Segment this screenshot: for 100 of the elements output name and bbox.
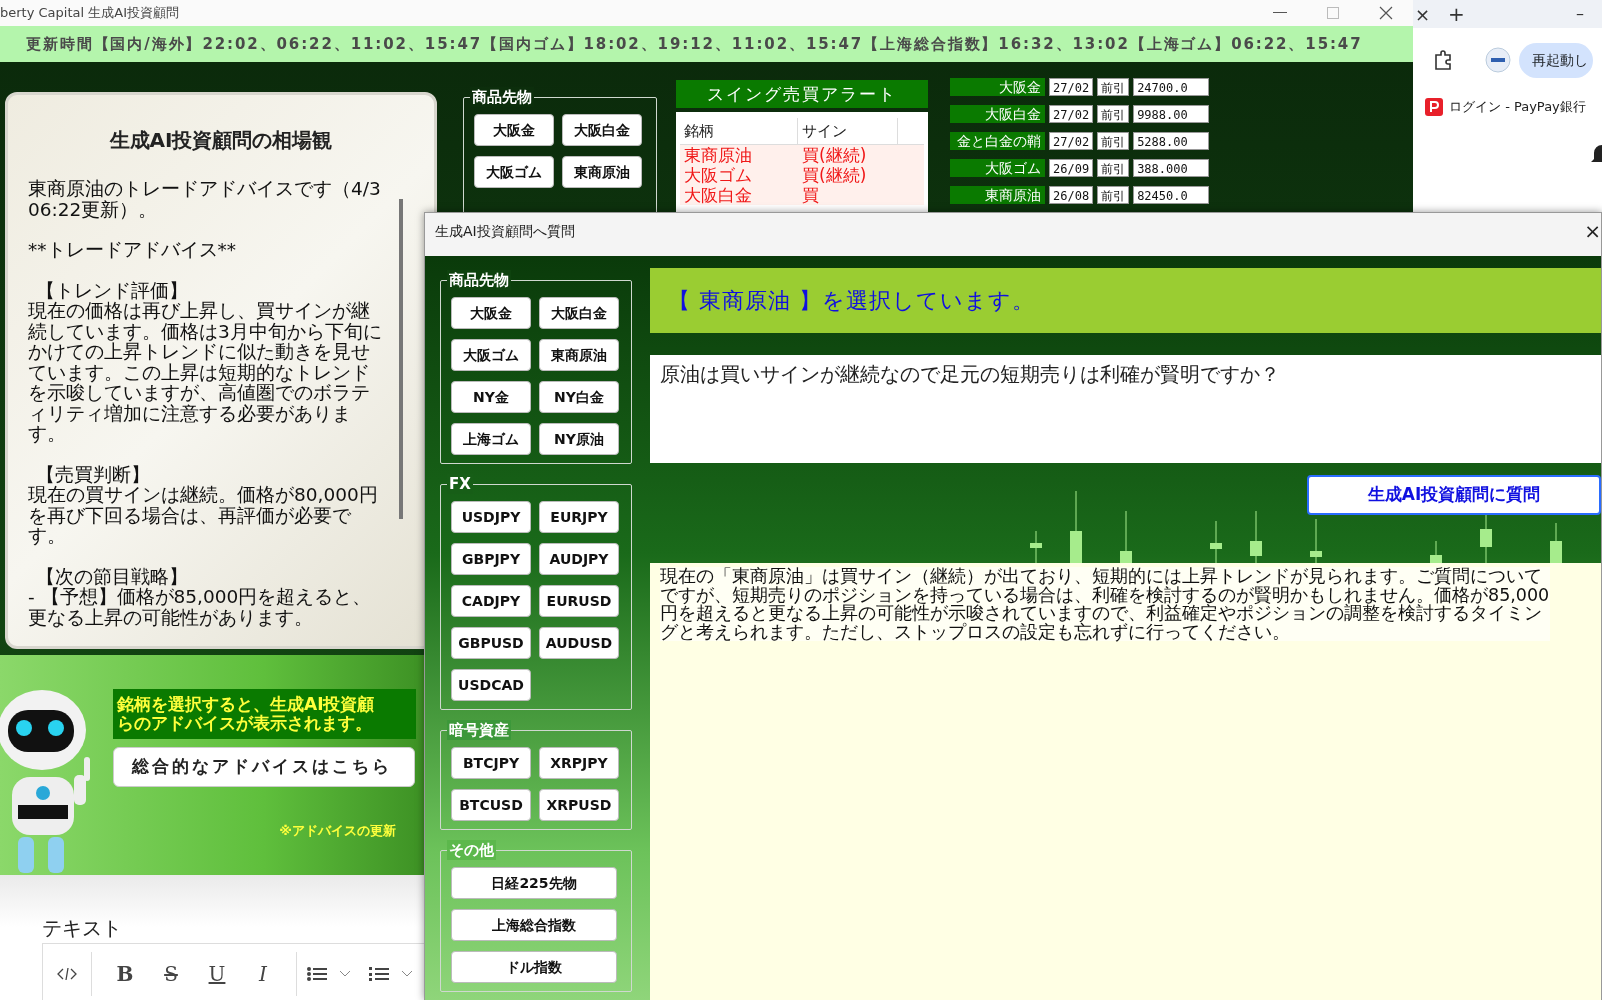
advice-paragraph: 現在の買サインは継続。価格が80,000円を再び下回る場合は、再評価が必要です。	[28, 485, 379, 547]
table-cell-text: 買	[801, 185, 820, 205]
symbol-button[interactable]: XRPJPY	[539, 747, 619, 779]
section-heading: 【次の節目戦略】	[35, 566, 189, 587]
advice-paragraph: 現在の価格は再び上昇し、買サインが継続しています。価格は3月中旬から下旬にかけての上昇トレンドに似た動きを見せています。この上昇は短期的なトレンドを示唆していますが、高値圏でのボラティリティ増加に注意する必要があります。	[28, 301, 383, 445]
symbol-button[interactable]: NY原油	[539, 423, 619, 455]
advice-paragraph: **トレードアドバイス**	[28, 240, 237, 261]
index-button[interactable]: ドル指数	[451, 951, 617, 983]
column-header: サイン	[798, 118, 898, 144]
price-value: 388.000	[1133, 159, 1210, 177]
symbol-button[interactable]: CADJPY	[451, 585, 531, 617]
price-label: 大阪金	[950, 78, 1045, 96]
caret-icon[interactable]	[339, 969, 351, 978]
symbol-button[interactable]: EURJPY	[539, 501, 619, 533]
price-value: 24700.0	[1133, 78, 1210, 96]
instruction-text: らのアドバイスが表示されます。	[117, 714, 373, 733]
symbol-button[interactable]: XRPUSD	[539, 789, 619, 821]
symbol-button[interactable]: BTCUSD	[451, 789, 531, 821]
symbol-button[interactable]: 大阪金	[451, 297, 531, 329]
symbol-button[interactable]: NY金	[451, 381, 531, 413]
session-cell: 前引	[1097, 132, 1130, 150]
symbol-button[interactable]: 上海ゴム	[451, 423, 531, 455]
close-icon[interactable]	[1379, 6, 1393, 20]
ask-button[interactable]: 生成AI投資顧問に質問	[1307, 475, 1601, 515]
restart-button[interactable]: 再起動し	[1519, 42, 1593, 78]
group-label: 暗号資産	[447, 720, 511, 740]
candlestick	[1430, 540, 1442, 563]
swing-alert-title: スイング売買アラート	[676, 80, 928, 108]
bookmark-icon	[1425, 98, 1443, 116]
group-label: 商品先物	[447, 270, 511, 290]
date-cell: 26/08	[1049, 186, 1094, 204]
italic-format-button[interactable]: I	[240, 957, 286, 990]
close-button[interactable]: ×	[1584, 213, 1601, 256]
symbol-button[interactable]: GBPUSD	[451, 627, 531, 659]
group-label: 商品先物	[470, 87, 534, 107]
symbol-button[interactable]: USDJPY	[451, 501, 531, 533]
column-header: 銘柄	[680, 118, 798, 144]
bold-format-button[interactable]: B	[102, 957, 148, 990]
numbered-list-icon[interactable]	[369, 965, 389, 982]
bookmark-link[interactable]: ログイン - PayPay銀行	[1449, 97, 1586, 117]
symbol-button[interactable]: BTCJPY	[451, 747, 531, 779]
date-cell: 27/02	[1049, 132, 1094, 150]
table-cell-text: 東商原油	[683, 145, 753, 165]
puzzle-icon[interactable]	[1433, 50, 1453, 70]
table-cell-text: 大阪白金	[683, 185, 753, 205]
symbol-button[interactable]: 大阪ゴム	[451, 339, 531, 371]
candlestick	[1120, 510, 1132, 563]
symbol-button[interactable]: USDCAD	[451, 669, 531, 701]
index-button[interactable]: 日経225先物	[451, 867, 617, 899]
group-label: その他	[447, 840, 496, 860]
minimize-button[interactable]: –	[1576, 2, 1584, 26]
candlestick	[1030, 530, 1042, 563]
update-times-bar: 更新時間【国内/海外】22:02、06:22、11:02、15:47【国内ゴム】18:02、19:12、11:02、15:47【上海総合指数】16:32、13:02【上海ゴム】06:22、15:47	[0, 26, 1413, 62]
commodity-button[interactable]: 大阪金	[474, 114, 554, 146]
symbol-button[interactable]: AUDUSD	[539, 627, 619, 659]
candlestick	[1550, 522, 1562, 563]
table-cell-text: 買(継続)	[801, 165, 868, 185]
candlestick	[1310, 518, 1322, 563]
symbol-button[interactable]: GBPJPY	[451, 543, 531, 575]
minimize-icon[interactable]	[1273, 12, 1287, 14]
price-label: 東商原油	[950, 186, 1045, 204]
price-label: 金と白金の鞘	[950, 132, 1045, 150]
code-view-icon[interactable]	[57, 966, 77, 981]
price-label: 大阪ゴム	[950, 159, 1045, 177]
commodity-button[interactable]: 東商原油	[562, 156, 642, 188]
price-value: 9988.00	[1133, 105, 1210, 123]
update-note: ※アドバイスの更新	[279, 821, 396, 840]
session-cell: 前引	[1097, 78, 1130, 96]
scrollbar[interactable]	[399, 199, 403, 519]
index-button[interactable]: 上海総合指数	[451, 909, 617, 941]
dialog-title: 生成AI投資顧問へ質問	[435, 222, 575, 241]
commodity-button[interactable]: 大阪白金	[562, 114, 642, 146]
symbol-button[interactable]: AUDJPY	[539, 543, 619, 575]
price-value: 82450.0	[1133, 186, 1210, 204]
price-label: 大阪白金	[950, 105, 1045, 123]
text-label: テキスト	[42, 915, 123, 942]
symbol-button[interactable]: 東商原油	[539, 339, 619, 371]
symbol-button[interactable]: 大阪白金	[539, 297, 619, 329]
bullet-list-icon[interactable]	[307, 965, 327, 982]
caret-icon[interactable]	[401, 969, 413, 978]
price-value: 5288.00	[1133, 132, 1210, 150]
overall-advice-button[interactable]: 総合的なアドバイスはこちら	[113, 747, 415, 787]
candlestick	[1210, 520, 1222, 563]
underline-format-button[interactable]: U	[194, 957, 240, 990]
answer-text: 現在の「東商原油」は買サイン（継続）が出ており、短期的には上昇トレンドが見られます。ご質問についてですが、短期売りのポジションを持っている場合は、利確を検討するのが賢明かもしれません。価格が85,000円を超えると更なる上昇の可能性が示唆されていますので、利益確定やポジションの調整を検討するタイミングと考えられます。ただし、ストップロスの設定も忘れずに行ってください。	[660, 567, 1550, 641]
session-cell: 前引	[1097, 186, 1130, 204]
section-heading: 【売買判断】	[35, 464, 151, 485]
section-heading: 【トレンド評価】	[35, 280, 189, 301]
question-field[interactable]: 原油は買いサインが継続なので足元の短期売りは利確が賢明ですか？	[650, 355, 1601, 463]
symbol-button[interactable]: EURUSD	[539, 585, 619, 617]
table-cell-text: 買(継続)	[801, 145, 868, 165]
symbol-button[interactable]: NY白金	[539, 381, 619, 413]
advice-title: 生成AI投資顧問の相場観	[108, 127, 334, 154]
strike-format-button[interactable]: S	[148, 957, 194, 990]
advice-paragraph: - 【予想】価格が85,000円を超えると、更なる上昇の可能性があります。	[28, 587, 373, 628]
instruction-text: 銘柄を選択すると、生成AI投資顧	[117, 695, 376, 714]
tab-close-button[interactable]: ×	[1415, 0, 1431, 28]
commodity-button[interactable]: 大阪ゴム	[474, 156, 554, 188]
new-tab-button[interactable]: +	[1448, 0, 1465, 29]
date-cell: 26/09	[1049, 159, 1094, 177]
